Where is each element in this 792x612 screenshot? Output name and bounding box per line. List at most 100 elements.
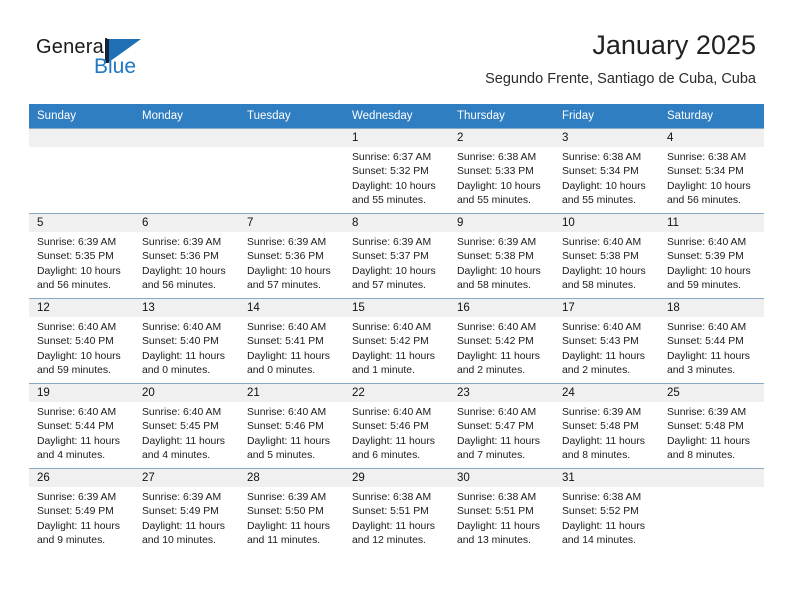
daylight-text-cont: and 2 minutes. xyxy=(457,365,526,377)
daylight-text: Daylight: 11 hours xyxy=(352,350,435,362)
day-details: Sunrise: 6:39 AM Sunset: 5:35 PM Daylight:… xyxy=(29,232,134,294)
calendar-day-cell[interactable]: 25 Sunrise: 6:39 AM Sunset: 5:48 PM Dayligh… xyxy=(659,383,764,469)
daylight-text-cont: and 13 minutes. xyxy=(457,535,531,547)
day-details: Sunrise: 6:38 AM Sunset: 5:34 PM Daylight:… xyxy=(659,147,764,209)
day-details: Sunrise: 6:40 AM Sunset: 5:38 PM Daylight:… xyxy=(554,232,659,294)
calendar-day-cell[interactable]: 3 Sunrise: 6:38 AM Sunset: 5:34 PM Daylight… xyxy=(554,128,659,214)
daylight-text: Daylight: 11 hours xyxy=(667,350,750,362)
daylight-text-cont: and 10 minutes. xyxy=(142,535,216,547)
sunset-text: Sunset: 5:36 PM xyxy=(247,251,324,263)
calendar-day-cell[interactable]: 9 Sunrise: 6:39 AM Sunset: 5:38 PM Daylight… xyxy=(449,213,554,299)
calendar-week-row: 5 Sunrise: 6:39 AM Sunset: 5:35 PM Daylight… xyxy=(29,213,764,299)
day-details: Sunrise: 6:40 AM Sunset: 5:44 PM Daylight:… xyxy=(29,402,134,464)
day-details: Sunrise: 6:40 AM Sunset: 5:44 PM Daylight:… xyxy=(659,317,764,379)
day-number: 3 xyxy=(554,129,659,147)
sunrise-text: Sunrise: 6:40 AM xyxy=(667,237,747,248)
page-subtitle: Segundo Frente, Santiago de Cuba, Cuba xyxy=(485,71,756,87)
calendar-day-cell[interactable]: 27 Sunrise: 6:39 AM Sunset: 5:49 PM Dayligh… xyxy=(134,468,239,553)
day-number: 4 xyxy=(659,129,764,147)
day-number: 21 xyxy=(239,384,344,402)
calendar-day-cell[interactable]: 20 Sunrise: 6:40 AM Sunset: 5:45 PM Dayligh… xyxy=(134,383,239,469)
day-number: 2 xyxy=(449,129,554,147)
daylight-text-cont: and 7 minutes. xyxy=(457,450,526,462)
calendar-day-cell[interactable]: 29 Sunrise: 6:38 AM Sunset: 5:51 PM Dayligh… xyxy=(344,468,449,553)
sunset-text: Sunset: 5:51 PM xyxy=(352,506,429,518)
calendar-day-cell[interactable]: 14 Sunrise: 6:40 AM Sunset: 5:41 PM Dayligh… xyxy=(239,298,344,384)
sunset-text: Sunset: 5:40 PM xyxy=(142,336,219,348)
day-details: Sunrise: 6:39 AM Sunset: 5:48 PM Daylight:… xyxy=(554,402,659,464)
sunset-text: Sunset: 5:38 PM xyxy=(457,251,534,263)
calendar-day-cell[interactable]: 4 Sunrise: 6:38 AM Sunset: 5:34 PM Daylight… xyxy=(659,128,764,214)
daylight-text-cont: and 56 minutes. xyxy=(37,280,111,292)
daylight-text: Daylight: 10 hours xyxy=(37,350,121,362)
weekday-header-saturday: Saturday xyxy=(659,104,764,129)
sunrise-text: Sunrise: 6:40 AM xyxy=(667,322,747,333)
calendar-day-cell[interactable]: 23 Sunrise: 6:40 AM Sunset: 5:47 PM Dayligh… xyxy=(449,383,554,469)
sunset-text: Sunset: 5:34 PM xyxy=(562,166,639,178)
weekday-header-wednesday: Wednesday xyxy=(344,104,449,129)
daylight-text: Daylight: 11 hours xyxy=(562,350,645,362)
sunset-text: Sunset: 5:46 PM xyxy=(247,421,324,433)
day-details: Sunrise: 6:40 AM Sunset: 5:45 PM Daylight:… xyxy=(134,402,239,464)
sunrise-sunset-calendar: Sunday Monday Tuesday Wednesday Thursday… xyxy=(29,104,764,553)
day-number: 8 xyxy=(344,214,449,232)
sunrise-text: Sunrise: 6:39 AM xyxy=(142,492,222,503)
daylight-text: Daylight: 11 hours xyxy=(562,520,645,532)
daylight-text: Daylight: 11 hours xyxy=(457,520,540,532)
sunset-text: Sunset: 5:49 PM xyxy=(37,506,114,518)
calendar-day-cell[interactable]: 2 Sunrise: 6:38 AM Sunset: 5:33 PM Daylight… xyxy=(449,128,554,214)
calendar-day-cell[interactable]: 16 Sunrise: 6:40 AM Sunset: 5:42 PM Dayligh… xyxy=(449,298,554,384)
calendar-day-cell[interactable]: 17 Sunrise: 6:40 AM Sunset: 5:43 PM Dayligh… xyxy=(554,298,659,384)
page-header: General Blue January 2025 Segundo Frente… xyxy=(0,0,792,100)
day-number xyxy=(659,469,764,487)
sunrise-text: Sunrise: 6:38 AM xyxy=(457,492,537,503)
calendar-day-cell[interactable]: 18 Sunrise: 6:40 AM Sunset: 5:44 PM Dayligh… xyxy=(659,298,764,384)
day-number xyxy=(29,129,134,147)
day-details: Sunrise: 6:38 AM Sunset: 5:51 PM Daylight:… xyxy=(449,487,554,549)
calendar-day-cell[interactable]: 12 Sunrise: 6:40 AM Sunset: 5:40 PM Dayligh… xyxy=(29,298,134,384)
calendar-day-cell[interactable]: 7 Sunrise: 6:39 AM Sunset: 5:36 PM Daylight… xyxy=(239,213,344,299)
daylight-text-cont: and 12 minutes. xyxy=(352,535,426,547)
sunrise-text: Sunrise: 6:39 AM xyxy=(37,237,117,248)
day-number: 11 xyxy=(659,214,764,232)
calendar-day-cell[interactable]: 13 Sunrise: 6:40 AM Sunset: 5:40 PM Dayligh… xyxy=(134,298,239,384)
calendar-day-cell[interactable]: 6 Sunrise: 6:39 AM Sunset: 5:36 PM Daylight… xyxy=(134,213,239,299)
calendar-day-cell[interactable]: 28 Sunrise: 6:39 AM Sunset: 5:50 PM Dayligh… xyxy=(239,468,344,553)
calendar-day-cell[interactable]: 19 Sunrise: 6:40 AM Sunset: 5:44 PM Dayligh… xyxy=(29,383,134,469)
day-number: 30 xyxy=(449,469,554,487)
day-number: 28 xyxy=(239,469,344,487)
day-details: Sunrise: 6:39 AM Sunset: 5:49 PM Daylight:… xyxy=(29,487,134,549)
day-number xyxy=(239,129,344,147)
day-details: Sunrise: 6:38 AM Sunset: 5:52 PM Daylight:… xyxy=(554,487,659,549)
day-details: Sunrise: 6:39 AM Sunset: 5:37 PM Daylight:… xyxy=(344,232,449,294)
sunset-text: Sunset: 5:51 PM xyxy=(457,506,534,518)
calendar-empty-cell xyxy=(659,468,764,553)
daylight-text: Daylight: 11 hours xyxy=(142,435,225,447)
calendar-day-cell[interactable]: 26 Sunrise: 6:39 AM Sunset: 5:49 PM Dayligh… xyxy=(29,468,134,553)
daylight-text-cont: and 57 minutes. xyxy=(247,280,321,292)
calendar-day-cell[interactable]: 5 Sunrise: 6:39 AM Sunset: 5:35 PM Daylight… xyxy=(29,213,134,299)
daylight-text-cont: and 14 minutes. xyxy=(562,535,636,547)
calendar-day-cell[interactable]: 15 Sunrise: 6:40 AM Sunset: 5:42 PM Dayligh… xyxy=(344,298,449,384)
calendar-day-cell[interactable]: 30 Sunrise: 6:38 AM Sunset: 5:51 PM Dayligh… xyxy=(449,468,554,553)
sunrise-text: Sunrise: 6:40 AM xyxy=(247,407,327,418)
calendar-day-cell[interactable]: 11 Sunrise: 6:40 AM Sunset: 5:39 PM Dayligh… xyxy=(659,213,764,299)
calendar-day-cell[interactable]: 24 Sunrise: 6:39 AM Sunset: 5:48 PM Dayligh… xyxy=(554,383,659,469)
daylight-text-cont: and 11 minutes. xyxy=(247,535,321,547)
sunset-text: Sunset: 5:39 PM xyxy=(667,251,744,263)
sunset-text: Sunset: 5:50 PM xyxy=(247,506,324,518)
calendar-day-cell[interactable]: 10 Sunrise: 6:40 AM Sunset: 5:38 PM Dayligh… xyxy=(554,213,659,299)
calendar-day-cell[interactable]: 21 Sunrise: 6:40 AM Sunset: 5:46 PM Dayligh… xyxy=(239,383,344,469)
calendar-day-cell[interactable]: 8 Sunrise: 6:39 AM Sunset: 5:37 PM Daylight… xyxy=(344,213,449,299)
calendar-day-cell[interactable]: 22 Sunrise: 6:40 AM Sunset: 5:46 PM Dayligh… xyxy=(344,383,449,469)
calendar-day-cell[interactable]: 31 Sunrise: 6:38 AM Sunset: 5:52 PM Dayligh… xyxy=(554,468,659,553)
daylight-text-cont: and 55 minutes. xyxy=(457,195,531,207)
calendar-day-cell[interactable]: 1 Sunrise: 6:37 AM Sunset: 5:32 PM Daylight… xyxy=(344,128,449,214)
sunset-text: Sunset: 5:35 PM xyxy=(37,251,114,263)
day-details: Sunrise: 6:37 AM Sunset: 5:32 PM Daylight:… xyxy=(344,147,449,209)
sunrise-text: Sunrise: 6:38 AM xyxy=(667,152,747,163)
sunrise-text: Sunrise: 6:40 AM xyxy=(352,322,432,333)
weekday-header-tuesday: Tuesday xyxy=(239,104,344,129)
weekday-header-sunday: Sunday xyxy=(29,104,134,129)
daylight-text: Daylight: 11 hours xyxy=(37,435,120,447)
